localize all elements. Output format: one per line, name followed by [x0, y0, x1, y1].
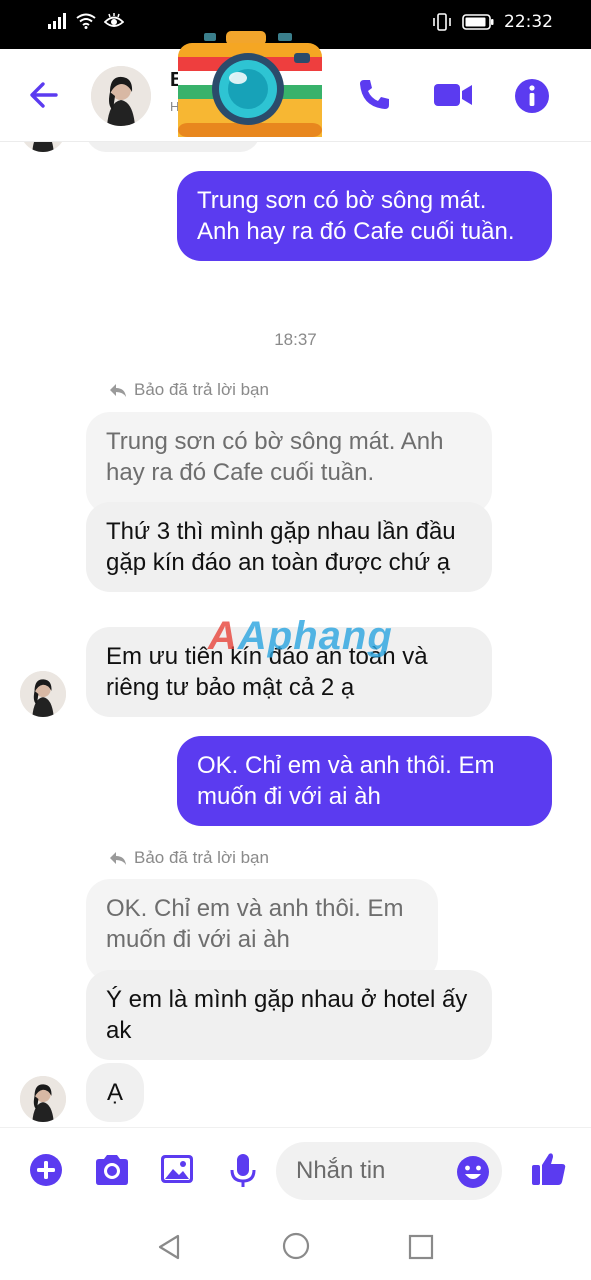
avatar[interactable]: [20, 671, 66, 717]
avatar: [20, 142, 66, 152]
profile-photo: [91, 66, 151, 126]
eye-comfort-icon: [104, 13, 124, 27]
info-icon[interactable]: [513, 77, 551, 115]
phone-icon[interactable]: [355, 76, 393, 114]
avatar[interactable]: [91, 66, 151, 126]
message-bubble-incoming[interactable]: Thứ 3 thì mình gặp nhau lần đầu gặp kín …: [86, 502, 492, 592]
wifi-icon: [76, 13, 96, 29]
reply-note-text: Bảo đã trả lời bạn: [134, 380, 269, 399]
reply-note: Bảo đã trả lời bạn: [108, 848, 269, 868]
reply-note-text: Bảo đã trả lời bạn: [134, 848, 269, 867]
message-bubble-outgoing[interactable]: OK. Chỉ em và anh thôi. Em muốn đi với a…: [177, 736, 552, 826]
chat-header: B H: [0, 31, 591, 142]
message-bubble-incoming[interactable]: Ý em là mình gặp nhau ở hotel ấy ak: [86, 970, 492, 1060]
camera-icon[interactable]: [92, 1152, 132, 1188]
watermark-text: Aphang: [237, 614, 393, 658]
video-camera-icon[interactable]: [432, 78, 474, 112]
emoji-icon[interactable]: [456, 1155, 490, 1189]
thumbs-up-icon[interactable]: [530, 1150, 568, 1188]
battery-icon: [462, 14, 494, 30]
message-list[interactable]: Trung sơn có bờ sông mát. Anh hay ra đó …: [0, 142, 591, 1127]
avatar[interactable]: [20, 1076, 66, 1122]
status-time: 22:32: [504, 12, 553, 32]
message-bubble-cutoff: [86, 142, 260, 152]
back-arrow-icon[interactable]: [26, 77, 62, 113]
vibrate-icon: [433, 13, 451, 31]
system-nav-bar: [0, 1215, 591, 1280]
camera-logo-icon: [178, 31, 322, 137]
nav-home-icon[interactable]: [282, 1232, 310, 1260]
signal-icon: [48, 13, 66, 29]
message-bubble-outgoing[interactable]: Trung sơn có bờ sông mát. Anh hay ra đó …: [177, 171, 552, 261]
watermark-logo: AAphang: [208, 614, 393, 658]
image-icon[interactable]: [159, 1152, 195, 1186]
message-bubble-incoming[interactable]: Ạ: [86, 1063, 144, 1122]
composer-bar: [0, 1127, 591, 1215]
message-timestamp: 18:37: [274, 330, 317, 349]
message-input-container[interactable]: [276, 1142, 502, 1200]
reply-arrow-icon: [110, 384, 126, 397]
quoted-message[interactable]: OK. Chỉ em và anh thôi. Em muốn đi với a…: [86, 879, 438, 981]
microphone-icon[interactable]: [228, 1152, 258, 1190]
message-input[interactable]: [296, 1154, 446, 1188]
quoted-message[interactable]: Trung sơn có bờ sông mát. Anh hay ra đó …: [86, 412, 492, 514]
reply-note: Bảo đã trả lời bạn: [108, 380, 269, 400]
nav-recent-icon[interactable]: [408, 1234, 434, 1260]
plus-icon[interactable]: [28, 1152, 64, 1188]
nav-back-icon[interactable]: [156, 1233, 182, 1261]
reply-arrow-icon: [110, 852, 126, 865]
